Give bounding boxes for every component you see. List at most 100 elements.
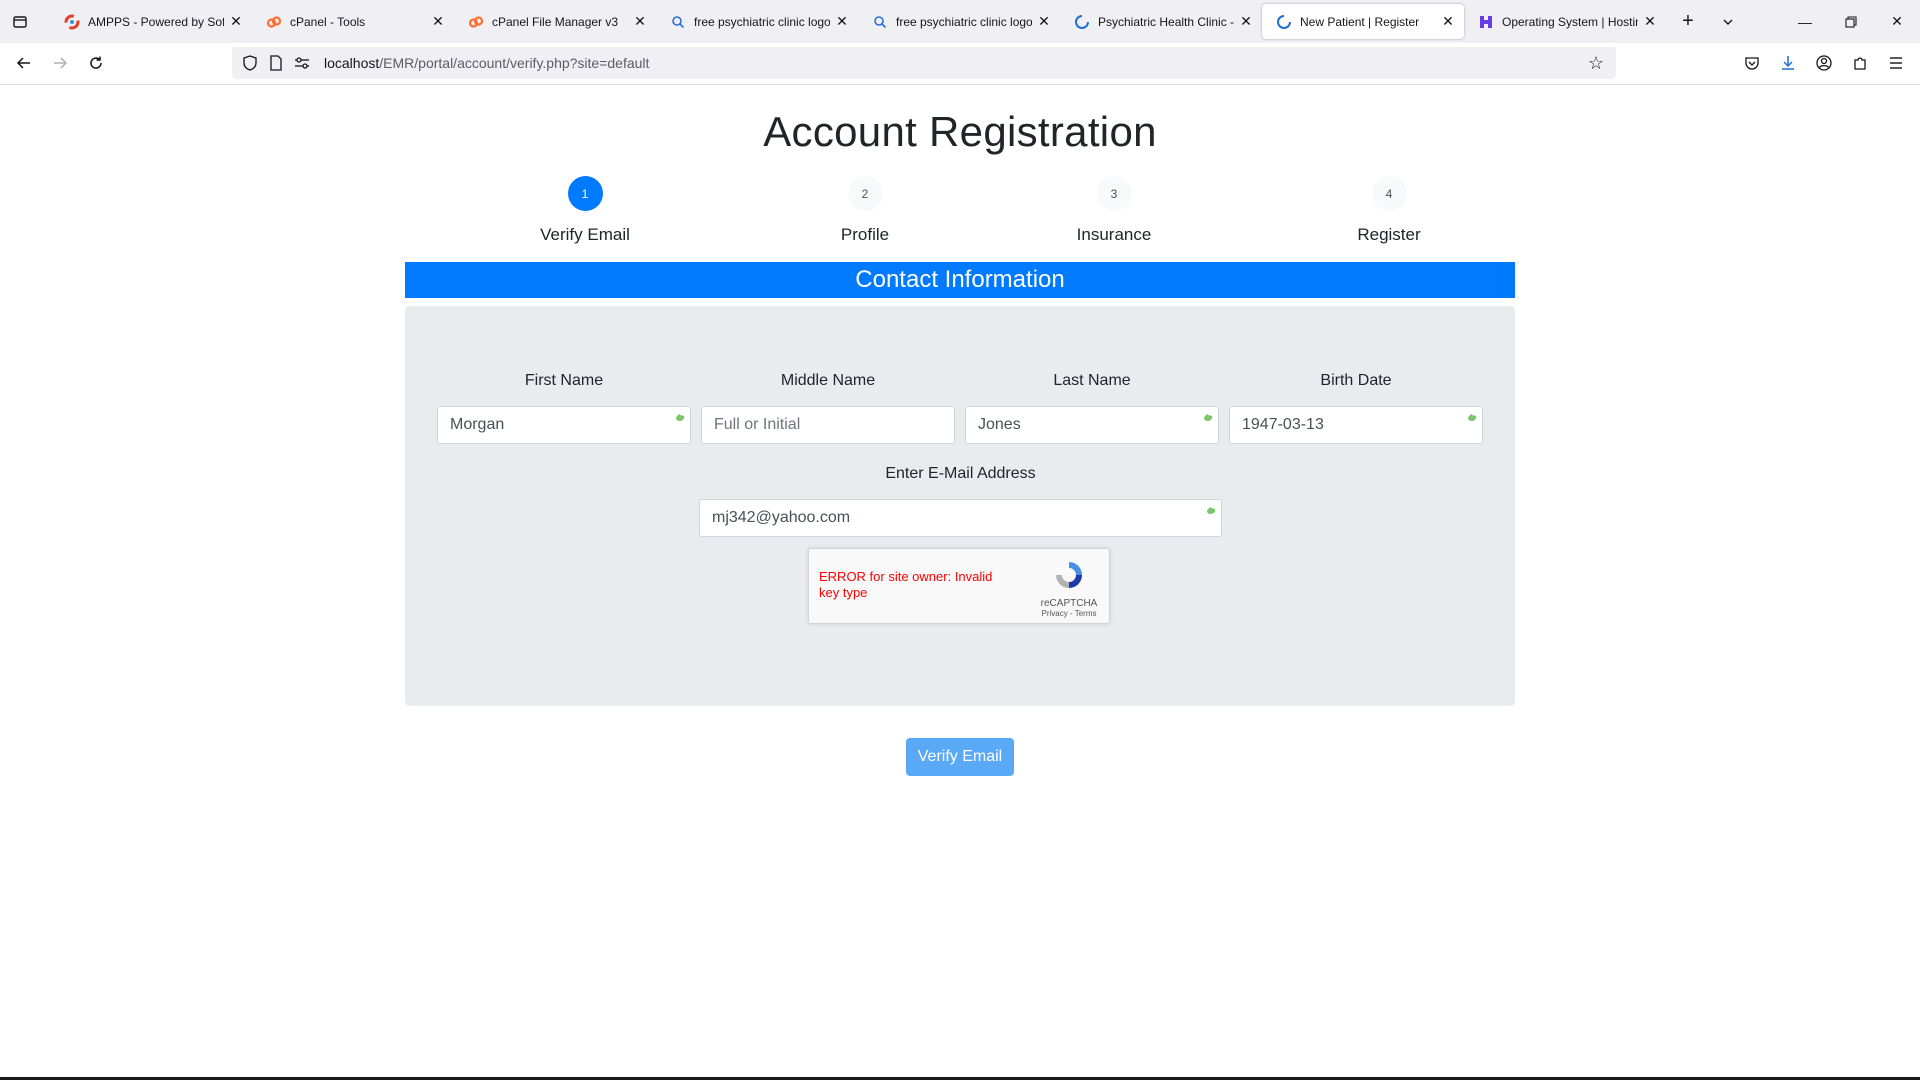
step-verify-email[interactable]: 1 Verify Email [485, 176, 685, 245]
browser-tab-active[interactable]: New Patient | Register ✕ [1262, 4, 1464, 39]
step-number: 3 [1096, 176, 1132, 211]
tab-title: cPanel File Manager v3 [492, 14, 619, 29]
step-label: Verify Email [540, 225, 630, 244]
middle-name-input[interactable]: Full or Initial [701, 406, 955, 444]
autofill-check-icon [1204, 414, 1213, 421]
browser-tab[interactable]: free psychiatric clinic logo - ✕ [858, 4, 1060, 39]
ampps-icon [64, 14, 80, 30]
tab-title: AMPPS - Powered by Softa [88, 14, 224, 29]
tab-title: Operating System | Hosting [1502, 14, 1638, 29]
last-name-value: Jones [978, 416, 1021, 433]
hostinger-icon [1478, 14, 1494, 30]
browser-tab[interactable]: AMPPS - Powered by Softa ✕ [50, 4, 252, 39]
close-icon[interactable]: ✕ [834, 13, 850, 30]
verify-email-button[interactable]: Verify Email [906, 738, 1014, 776]
url-host: localhost [324, 55, 380, 71]
first-name-group: First Name Morgan [437, 372, 691, 444]
close-icon[interactable]: ✕ [632, 13, 648, 30]
close-icon[interactable]: ✕ [430, 13, 446, 30]
browser-tab[interactable]: cPanel File Manager v3 ✕ [454, 4, 656, 39]
step-register[interactable]: 4 Register [1289, 176, 1489, 245]
step-insurance[interactable]: 3 Insurance [1014, 176, 1214, 245]
tab-title: cPanel - Tools [290, 14, 366, 29]
first-name-label: First Name [524, 372, 604, 389]
page-icon[interactable] [264, 51, 288, 75]
step-number: 4 [1371, 176, 1407, 211]
first-name-input[interactable]: Morgan [437, 406, 691, 444]
email-value: mj342@yahoo.com [712, 509, 851, 526]
close-icon[interactable]: ✕ [1036, 13, 1052, 30]
birth-date-value: 1947-03-13 [1242, 416, 1324, 433]
pocket-icon[interactable] [1736, 47, 1768, 79]
close-window-icon[interactable]: ✕ [1874, 0, 1920, 43]
tab-title: New Patient | Register [1300, 14, 1420, 29]
close-icon[interactable]: ✕ [1238, 13, 1254, 30]
last-name-group: Last Name Jones [965, 372, 1219, 444]
account-icon[interactable] [1808, 47, 1840, 79]
extensions-icon[interactable] [1844, 47, 1876, 79]
recaptcha-terms: Privacy - Terms [1039, 609, 1099, 618]
recaptcha-privacy-link[interactable]: Privacy [1042, 609, 1068, 618]
birth-date-group: Birth Date 1947-03-13 [1229, 372, 1483, 444]
bookmark-star-icon[interactable]: ☆ [1584, 51, 1608, 75]
new-tab-icon[interactable]: + [1670, 4, 1706, 40]
step-number: 1 [567, 176, 603, 211]
middle-name-group: Middle Name Full or Initial [701, 372, 955, 444]
step-number: 2 [847, 176, 883, 211]
recaptcha-widget[interactable]: ERROR for site owner: Invalid key type r… [808, 548, 1110, 624]
browser-tab[interactable]: Operating System | Hosting ✕ [1464, 4, 1666, 39]
loading-icon [1276, 14, 1292, 30]
last-name-input[interactable]: Jones [965, 406, 1219, 444]
middle-name-placeholder: Full or Initial [714, 416, 801, 433]
last-name-label: Last Name [1053, 372, 1131, 389]
browser-tab[interactable]: free psychiatric clinic logo - ✕ [656, 4, 858, 39]
loading-icon [1074, 14, 1090, 30]
forward-icon[interactable] [44, 47, 76, 79]
search-icon [670, 14, 686, 30]
permissions-icon[interactable] [290, 51, 314, 75]
close-icon[interactable]: ✕ [1440, 13, 1456, 30]
search-icon [872, 14, 888, 30]
close-icon[interactable]: ✕ [228, 13, 244, 30]
recaptcha-logo: reCAPTCHA Privacy - Terms [1039, 559, 1099, 618]
tab-bar: AMPPS - Powered by Softa ✕ cPanel - Tool… [0, 0, 1920, 43]
address-bar[interactable]: localhost/EMR/portal/account/verify.php?… [232, 47, 1616, 79]
middle-name-label: Middle Name [780, 372, 876, 389]
recaptcha-brand: reCAPTCHA [1040, 598, 1098, 609]
menu-icon[interactable] [1880, 47, 1912, 79]
tab-title: free psychiatric clinic logo - [896, 14, 1032, 29]
restore-icon[interactable] [1828, 0, 1874, 43]
tab-title: Psychiatric Health Clinic - M [1098, 14, 1234, 29]
firefox-view-icon[interactable] [0, 0, 40, 43]
section-header: Contact Information [405, 262, 1515, 298]
autofill-check-icon [676, 414, 685, 421]
step-label: Register [1357, 225, 1421, 244]
page-title: Account Registration [763, 108, 1157, 155]
birth-date-input[interactable]: 1947-03-13 [1229, 406, 1483, 444]
close-icon[interactable]: ✕ [1642, 13, 1658, 30]
recaptcha-icon [1056, 562, 1082, 588]
registration-stepper: 1 Verify Email 2 Profile 3 Insurance 4 R… [0, 176, 1920, 246]
recaptcha-terms-link[interactable]: Terms [1075, 609, 1097, 618]
url-text[interactable]: localhost/EMR/portal/account/verify.php?… [324, 55, 649, 71]
cpanel-icon [266, 14, 282, 30]
shield-icon[interactable] [238, 51, 262, 75]
step-label: Profile [840, 225, 890, 244]
first-name-value: Morgan [450, 416, 505, 433]
autofill-check-icon [1468, 414, 1477, 421]
email-label: Enter E-Mail Address [885, 465, 1036, 482]
nav-bar: localhost/EMR/portal/account/verify.php?… [0, 43, 1920, 85]
browser-tab[interactable]: cPanel - Tools ✕ [252, 4, 454, 39]
back-icon[interactable] [8, 47, 40, 79]
chevron-down-icon[interactable] [1710, 4, 1746, 40]
recaptcha-error: ERROR for site owner: Invalid key type [819, 569, 993, 600]
birth-date-label: Birth Date [1320, 372, 1392, 389]
download-icon[interactable] [1772, 47, 1804, 79]
cpanel-icon [468, 14, 484, 30]
reload-icon[interactable] [80, 47, 112, 79]
browser-tab[interactable]: Psychiatric Health Clinic - M ✕ [1060, 4, 1262, 39]
step-profile[interactable]: 2 Profile [765, 176, 965, 245]
email-input[interactable]: mj342@yahoo.com [699, 499, 1222, 537]
autofill-check-icon [1207, 507, 1216, 514]
minimize-icon[interactable]: — [1782, 0, 1828, 43]
